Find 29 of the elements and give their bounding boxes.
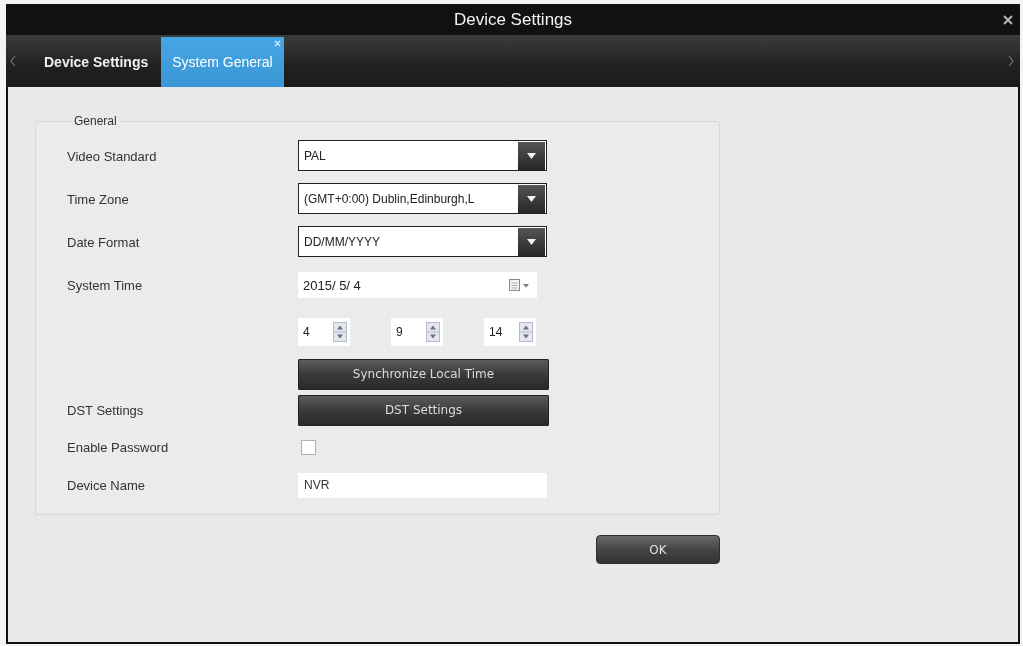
field-label: Video Standard: [67, 148, 157, 164]
field-label: DST Settings: [67, 403, 144, 418]
spin-field[interactable]: 14: [484, 317, 536, 346]
field-label: Date Format: [67, 234, 140, 250]
tab[interactable]: Device Settings: [33, 37, 160, 87]
field-label: Device Name: [67, 478, 146, 493]
spin-field[interactable]: 9: [391, 317, 443, 346]
spin-field[interactable]: 4: [298, 317, 350, 346]
checkbox[interactable]: [301, 439, 316, 455]
group-title: General: [73, 114, 118, 128]
text-field[interactable]: NVR: [298, 472, 547, 498]
action-button[interactable]: Synchronize Local Time: [298, 358, 549, 390]
spin-arrows-icon[interactable]: [426, 321, 440, 342]
spin-arrows-icon[interactable]: [333, 321, 347, 342]
field-label: Enable Password: [67, 440, 169, 455]
calendar-icon[interactable]: [509, 279, 531, 291]
close-icon[interactable]: [1003, 15, 1013, 25]
ok-button[interactable]: OK: [596, 535, 720, 564]
dropdown[interactable]: DD/MM/YYYY: [298, 226, 547, 257]
dropdown[interactable]: (GMT+0:00) Dublin,Edinburgh,L: [298, 183, 547, 214]
field-label: System Time: [67, 278, 143, 293]
action-button[interactable]: DST Settings: [298, 394, 549, 426]
window-title: Device Settings: [453, 9, 573, 30]
date-field[interactable]: 2015/ 5/ 4: [298, 272, 537, 298]
chevron-right-icon[interactable]: [1008, 55, 1014, 67]
field-label: Time Zone: [67, 191, 129, 207]
chevron-left-icon[interactable]: [10, 55, 16, 67]
spin-arrows-icon[interactable]: [519, 321, 533, 342]
dropdown[interactable]: PAL: [298, 140, 547, 171]
